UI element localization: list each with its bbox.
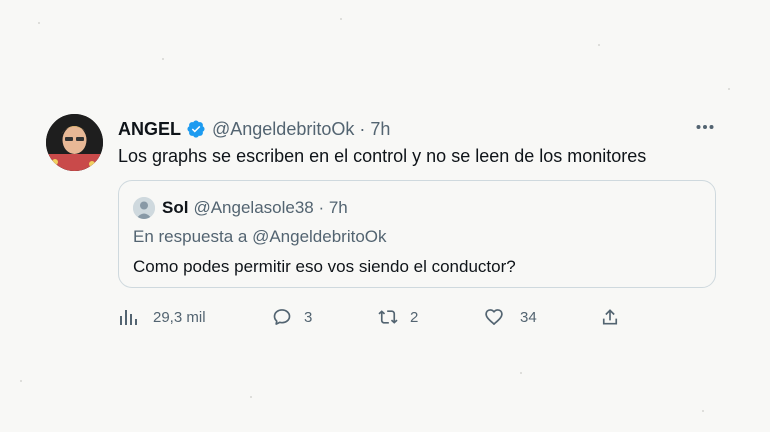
background-speck xyxy=(20,380,22,382)
background-speck xyxy=(702,410,704,412)
retweet-icon xyxy=(378,310,398,324)
reply-to-label: En respuesta a @AngeldebritoOk xyxy=(133,227,387,246)
share-button[interactable] xyxy=(600,304,620,330)
background-speck xyxy=(520,372,522,374)
quoted-text: Como podes permitir eso vos siendo el co… xyxy=(133,257,516,276)
background-speck xyxy=(340,18,342,20)
action-bar: 29,3 mil 3 2 34 xyxy=(118,304,638,330)
like-button[interactable]: 34 xyxy=(484,304,537,330)
quoted-header: Sol @Angelasole38 · 7h xyxy=(133,197,348,219)
retweet-button[interactable]: 2 xyxy=(378,304,418,330)
quoted-tweet[interactable]: Sol @Angelasole38 · 7h En respuesta a @A… xyxy=(118,180,716,288)
author-name[interactable]: ANGEL xyxy=(118,119,181,140)
quoted-handle-time[interactable]: @Angelasole38 · 7h xyxy=(193,198,347,218)
reply-button[interactable]: 3 xyxy=(272,304,312,330)
background-speck xyxy=(162,58,164,60)
views-icon xyxy=(120,310,137,325)
views-count: 29,3 mil xyxy=(153,308,206,326)
tweet-card[interactable]: ANGEL @AngeldebritoOk · 7h Los graphs se… xyxy=(46,114,726,344)
author-handle-time[interactable]: @AngeldebritoOk · 7h xyxy=(212,119,390,140)
author-avatar[interactable] xyxy=(46,114,103,171)
background-speck xyxy=(38,22,40,24)
like-count: 34 xyxy=(520,308,537,326)
like-icon xyxy=(485,309,503,325)
background-speck xyxy=(728,88,730,90)
retweet-count: 2 xyxy=(410,308,419,326)
background-speck xyxy=(250,396,252,398)
verified-badge-icon xyxy=(186,119,206,139)
share-icon xyxy=(602,309,618,325)
reply-count: 3 xyxy=(304,308,313,326)
more-icon[interactable] xyxy=(692,114,718,140)
background-speck xyxy=(598,44,600,46)
tweet-header: ANGEL @AngeldebritoOk · 7h xyxy=(118,118,390,140)
views-button[interactable]: 29,3 mil xyxy=(118,304,206,330)
quoted-avatar[interactable] xyxy=(133,197,155,219)
reply-icon xyxy=(273,309,291,325)
quoted-author-name[interactable]: Sol xyxy=(162,198,188,218)
tweet-text: Los graphs se escriben en el control y n… xyxy=(118,146,647,166)
